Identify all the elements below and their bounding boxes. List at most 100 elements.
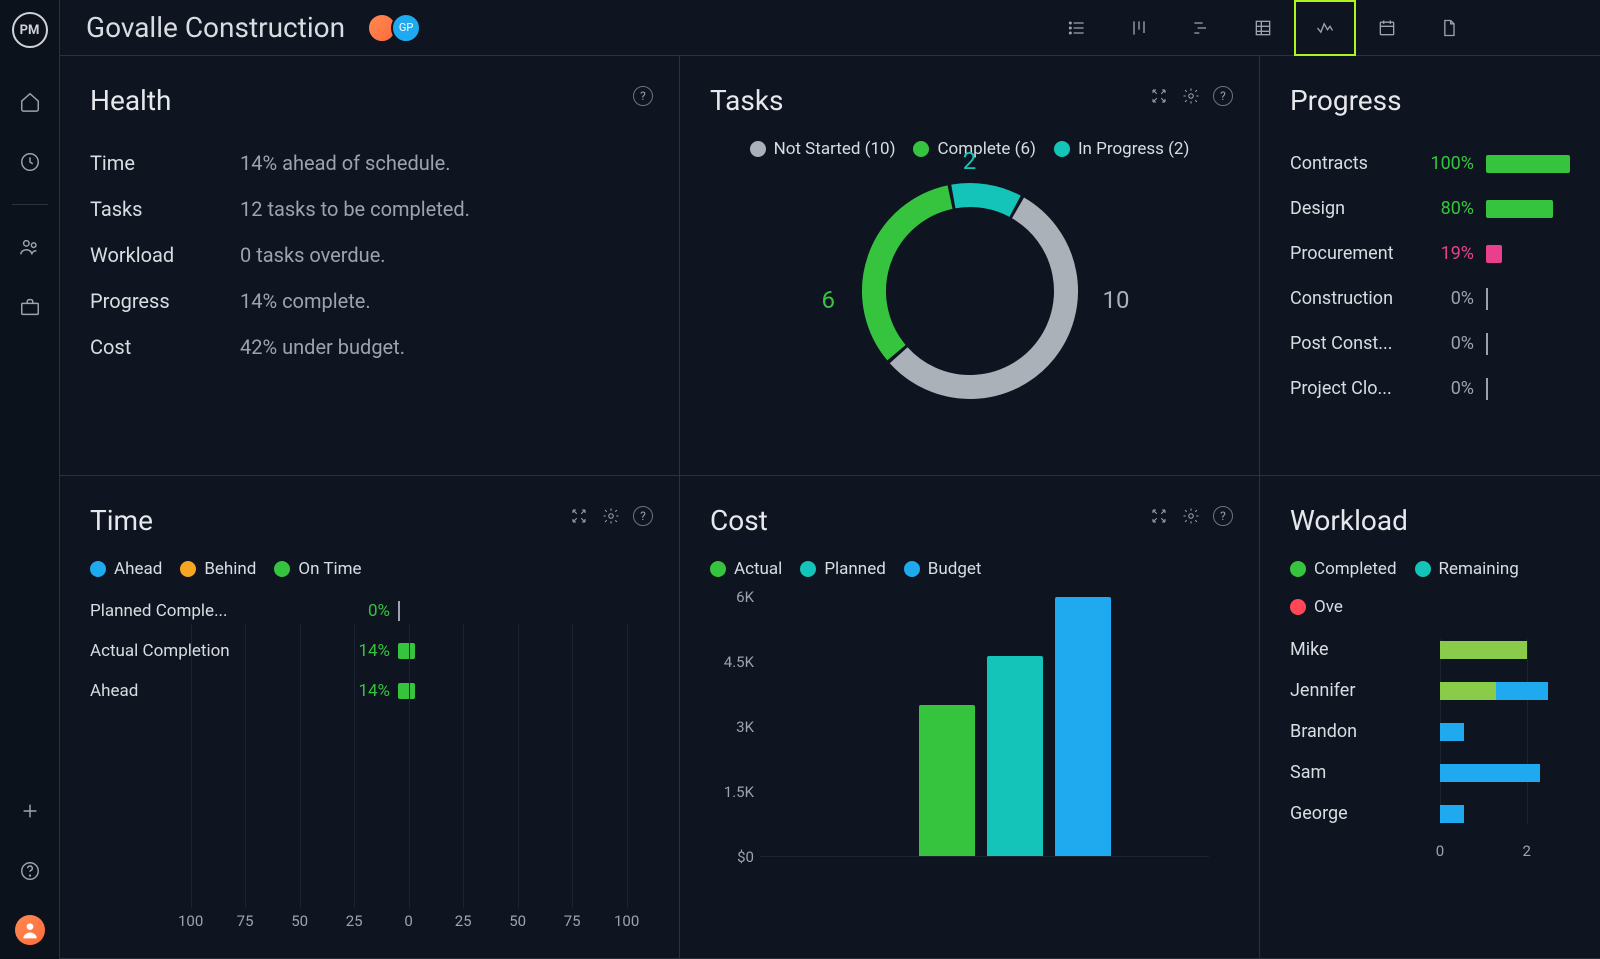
legend-item: Ove — [1290, 597, 1343, 617]
workload-bar — [1440, 805, 1570, 823]
legend-dot — [274, 561, 290, 577]
panel-actions: ? — [1149, 506, 1233, 526]
time-row-name: Planned Comple... — [90, 601, 340, 621]
health-label: Tasks — [90, 197, 240, 221]
home-icon[interactable] — [18, 90, 42, 114]
health-value: 12 tasks to be completed. — [240, 197, 649, 221]
workload-remaining — [1440, 723, 1464, 741]
member-avatar[interactable]: GP — [391, 13, 421, 43]
health-label: Progress — [90, 289, 240, 313]
health-table: Time14% ahead of schedule.Tasks12 tasks … — [90, 151, 649, 359]
progress-row: Design80% — [1290, 198, 1570, 219]
legend-dot — [1290, 561, 1306, 577]
progress-value: 80% — [1422, 198, 1474, 219]
progress-row: Procurement19% — [1290, 243, 1570, 264]
view-tab-dashboard[interactable] — [1294, 0, 1356, 56]
workload-panel: Workload CompletedRemainingOve Mike Jenni… — [1260, 476, 1600, 959]
health-panel: Health ? Time14% ahead of schedule.Tasks… — [60, 56, 680, 476]
cost-panel: Cost ? ActualPlannedBudget 6K4.5K3K1.5K$… — [680, 476, 1260, 959]
progress-bar-track — [1486, 155, 1570, 173]
cost-y-label: 1.5K — [710, 783, 754, 801]
view-tab-files[interactable] — [1418, 0, 1480, 56]
panel-title: Workload — [1290, 504, 1570, 537]
gear-icon[interactable] — [1181, 506, 1201, 526]
add-icon[interactable] — [18, 799, 42, 823]
time-axis-label: 100 — [614, 912, 639, 930]
help-icon[interactable]: ? — [1213, 86, 1233, 106]
progress-name: Post Const... — [1290, 333, 1410, 354]
cost-bar — [987, 656, 1043, 858]
legend-dot — [913, 141, 929, 157]
legend-item: Actual — [710, 559, 782, 579]
legend-item: On Time — [274, 559, 361, 579]
gear-icon[interactable] — [1181, 86, 1201, 106]
app-logo[interactable]: PM — [12, 12, 48, 48]
dashboard-grid: Health ? Time14% ahead of schedule.Tasks… — [60, 56, 1600, 959]
progress-row: Contracts100% — [1290, 153, 1570, 174]
health-value: 0 tasks overdue. — [240, 243, 649, 267]
workload-remaining — [1440, 764, 1540, 782]
gear-icon[interactable] — [601, 506, 621, 526]
time-bar — [398, 643, 649, 659]
legend-label: In Progress (2) — [1078, 139, 1189, 159]
profile-avatar[interactable] — [15, 915, 45, 945]
view-tab-calendar[interactable] — [1356, 0, 1418, 56]
time-bar-fill — [398, 643, 415, 659]
expand-icon[interactable] — [1149, 506, 1169, 526]
view-tabs — [1046, 0, 1480, 56]
time-axis-label: 25 — [455, 912, 472, 930]
legend-item: Budget — [904, 559, 982, 579]
workload-completed — [1440, 641, 1527, 659]
view-tab-board[interactable] — [1108, 0, 1170, 56]
clock-icon[interactable] — [18, 150, 42, 174]
workload-remaining — [1440, 805, 1464, 823]
people-icon[interactable] — [18, 235, 42, 259]
time-axis: 1007550250255075100 — [90, 884, 649, 930]
time-axis-label: 75 — [564, 912, 581, 930]
time-row: Planned Comple...0% — [90, 601, 649, 621]
progress-bar-track — [1486, 290, 1570, 308]
time-axis-label: 50 — [291, 912, 308, 930]
time-row-name: Actual Completion — [90, 641, 340, 661]
workload-legend: CompletedRemainingOve — [1290, 559, 1570, 617]
expand-icon[interactable] — [569, 506, 589, 526]
health-label: Cost — [90, 335, 240, 359]
help-icon[interactable] — [18, 859, 42, 883]
time-bar — [398, 603, 649, 619]
cost-y-label: $0 — [710, 848, 754, 866]
legend-dot — [1415, 561, 1431, 577]
progress-name: Project Clo... — [1290, 378, 1410, 399]
cost-legend: ActualPlannedBudget — [710, 559, 1229, 579]
cost-y-label: 4.5K — [710, 653, 754, 671]
workload-row: George — [1290, 803, 1570, 824]
workload-completed — [1440, 682, 1496, 700]
workload-row: Mike — [1290, 639, 1570, 660]
help-icon[interactable]: ? — [1213, 506, 1233, 526]
panel-actions: ? — [569, 506, 653, 526]
progress-value: 0% — [1422, 288, 1474, 309]
legend-dot — [904, 561, 920, 577]
view-tab-sheet[interactable] — [1232, 0, 1294, 56]
help-icon[interactable]: ? — [633, 506, 653, 526]
legend-item: Completed — [1290, 559, 1397, 579]
avatar-group[interactable]: GP — [373, 13, 421, 43]
health-label: Time — [90, 151, 240, 175]
briefcase-icon[interactable] — [18, 295, 42, 319]
workload-name: Jennifer — [1290, 680, 1440, 701]
tasks-panel: Tasks ? Not Started (10)Complete (6)In P… — [680, 56, 1260, 476]
view-tab-gantt[interactable] — [1170, 0, 1232, 56]
cost-bar — [919, 705, 975, 857]
view-tab-list[interactable] — [1046, 0, 1108, 56]
workload-name: Mike — [1290, 639, 1440, 660]
expand-icon[interactable] — [1149, 86, 1169, 106]
cost-bars — [860, 597, 1169, 857]
time-axis-label: 75 — [237, 912, 254, 930]
health-value: 42% under budget. — [240, 335, 649, 359]
sidebar-divider — [12, 204, 48, 205]
workload-name: Brandon — [1290, 721, 1440, 742]
legend-label: Completed — [1314, 559, 1397, 579]
donut-label-left: 6 — [822, 286, 836, 314]
progress-row: Construction0% — [1290, 288, 1570, 309]
help-icon[interactable]: ? — [633, 86, 653, 106]
tasks-donut-chart: 2 6 10 — [850, 171, 1090, 411]
